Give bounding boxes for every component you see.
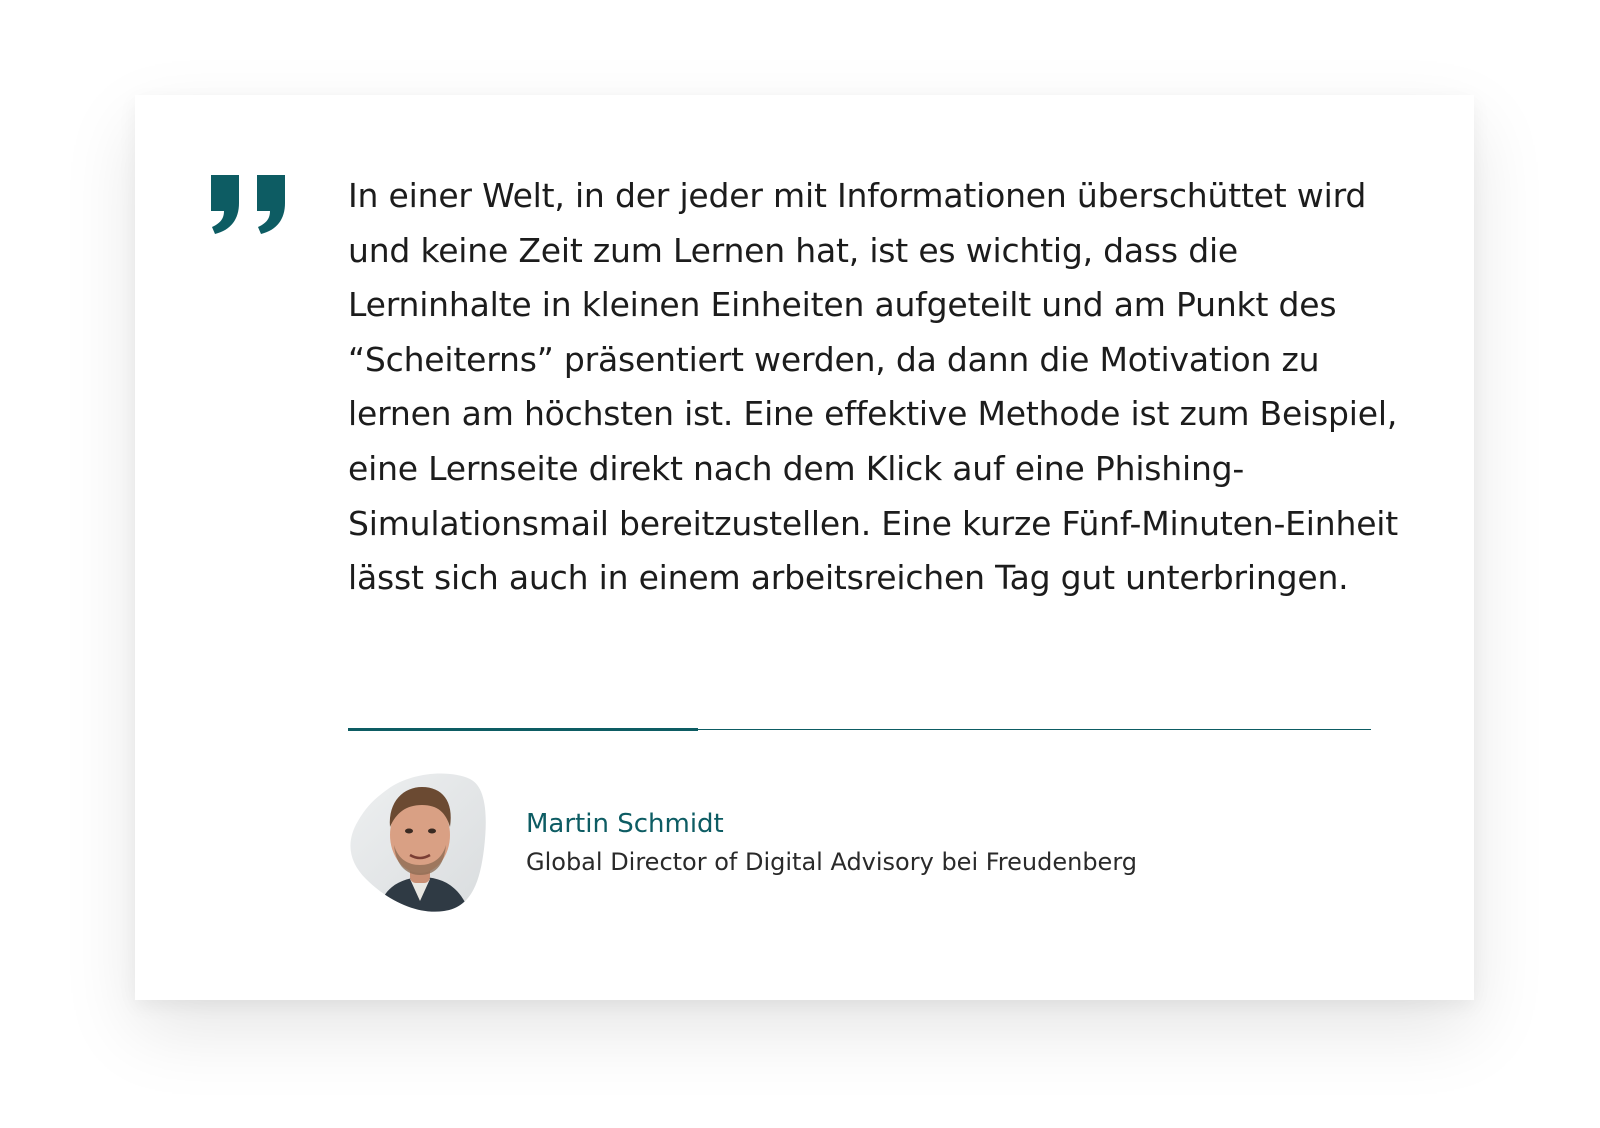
avatar (350, 773, 486, 912)
quote-mark-icon (211, 175, 285, 234)
divider-accent (348, 728, 698, 731)
testimonial-card: In einer Welt, in der jeder mit Informat… (135, 95, 1474, 1000)
quote-text: In einer Welt, in der jeder mit Informat… (348, 176, 1399, 598)
author-title: Global Director of Digital Advisory bei … (526, 848, 1138, 876)
author-name: Martin Schmidt (526, 809, 724, 839)
